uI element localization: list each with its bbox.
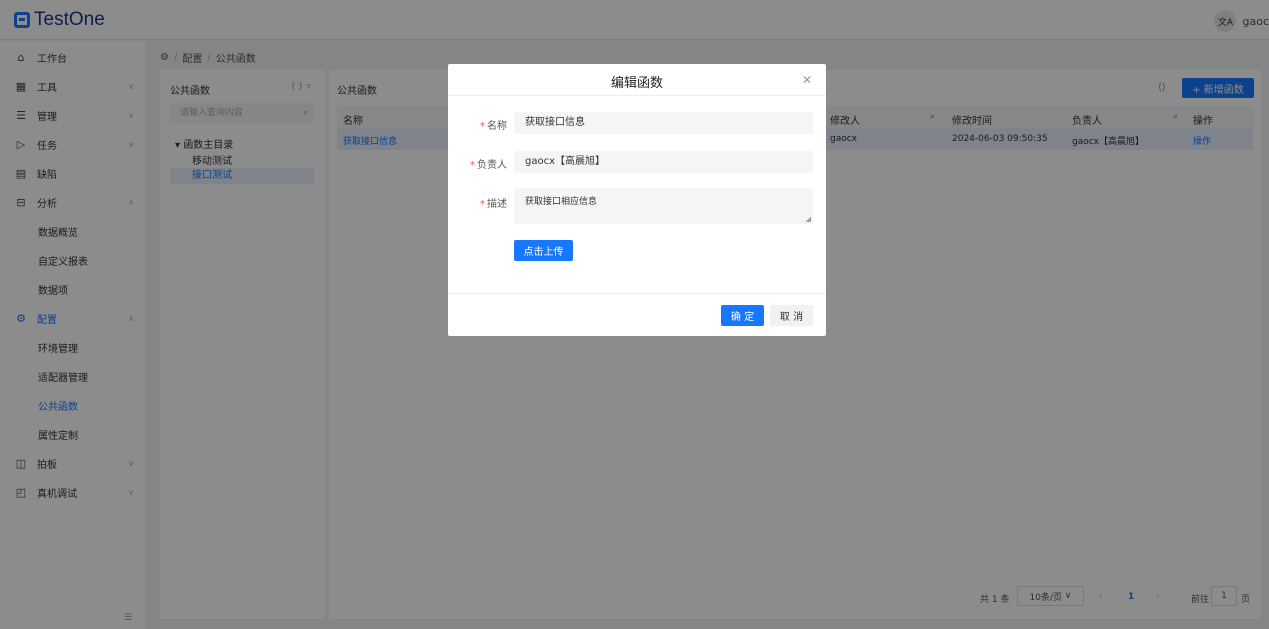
owner-label: * 负责人 <box>470 160 507 171</box>
divider <box>448 293 826 294</box>
description-textarea[interactable]: 获取接口相应信息 ◢ <box>514 188 813 224</box>
confirm-button[interactable]: 确 定 <box>721 305 764 326</box>
owner-input[interactable]: gaocx【高晨旭】 <box>514 151 813 173</box>
name-input[interactable]: 获取接口信息 <box>514 112 813 134</box>
name-label: * 名称 <box>480 121 507 132</box>
resize-handle-icon[interactable]: ◢ <box>806 215 811 223</box>
divider <box>448 95 826 96</box>
edit-function-dialog: 编辑函数 ✕ * 名称 获取接口信息 * 负责人 gaocx【高晨旭】 * 描述 获取… <box>448 64 826 336</box>
dialog-title: 编辑函数 <box>610 76 663 91</box>
cancel-button[interactable]: 取 消 <box>770 305 813 326</box>
description-label: * 描述 <box>480 199 507 210</box>
upload-button[interactable]: 点击上传 <box>514 240 573 261</box>
close-icon[interactable]: ✕ <box>802 73 812 87</box>
